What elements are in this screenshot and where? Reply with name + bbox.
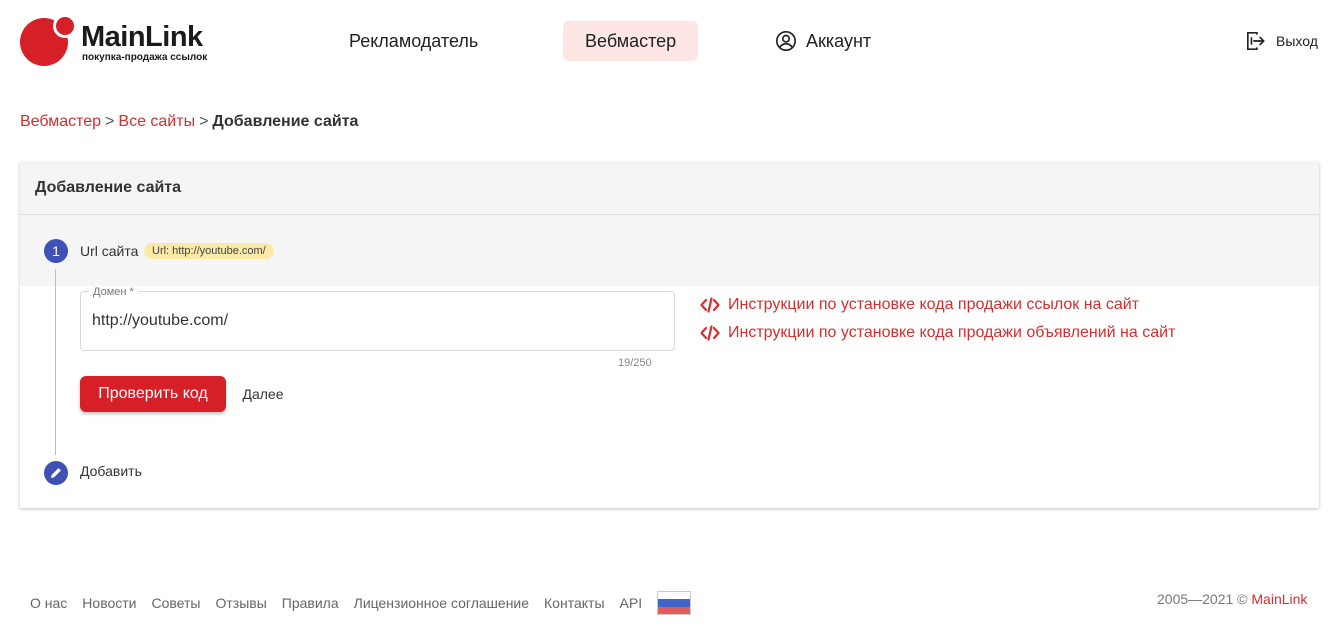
card-header: Добавление сайта xyxy=(20,162,1319,215)
card-title: Добавление сайта xyxy=(35,179,182,196)
nav-advertiser[interactable]: Рекламодатель xyxy=(327,21,500,61)
nav-webmaster[interactable]: Вебмастер xyxy=(563,21,699,61)
add-site-card: Добавление сайта 1 Url сайта Url: http:/… xyxy=(20,162,1319,508)
logo-tagline: покупка-продажа ссылок xyxy=(82,52,208,63)
breadcrumb-separator: > xyxy=(199,113,209,130)
footer-link-tips[interactable]: Советы xyxy=(152,595,201,611)
domain-field-label: Домен * xyxy=(89,286,138,298)
footer-link-contacts[interactable]: Контакты xyxy=(544,595,604,611)
step1-number: 1 xyxy=(44,239,68,263)
flag-stripe-white xyxy=(658,592,691,600)
breadcrumb: Вебмастер > Все сайты > Добавление сайта xyxy=(20,112,358,132)
logo-name: MainLink xyxy=(81,21,203,53)
mainlink-logo[interactable]: MainLink покупка-продажа ссылок xyxy=(20,14,220,68)
instructions-links-label: Инструкции по установке кода продажи ссы… xyxy=(728,296,1140,313)
account-circle-icon xyxy=(776,31,796,51)
breadcrumb-all-sites[interactable]: Все сайты xyxy=(118,113,195,130)
footer-link-api[interactable]: API xyxy=(620,595,643,611)
next-button[interactable]: Далее xyxy=(232,376,294,412)
check-code-button[interactable]: Проверить код xyxy=(80,376,226,412)
logout-button[interactable]: Выход xyxy=(1245,30,1318,52)
logout-icon xyxy=(1247,32,1265,50)
domain-char-counter: 19/250 xyxy=(618,357,652,369)
url-chip: Url: http://youtube.com/ xyxy=(144,243,274,259)
copyright-years: 2005—2021 © xyxy=(1157,591,1248,607)
code-icon xyxy=(700,325,720,341)
stepper-connector xyxy=(55,269,56,455)
code-icon xyxy=(700,297,720,313)
instructions-ads-label: Инструкции по установке кода продажи объ… xyxy=(728,324,1176,341)
breadcrumb-current: Добавление сайта xyxy=(212,113,359,130)
step2-label[interactable]: Добавить xyxy=(80,462,142,480)
flag-stripe-red xyxy=(658,606,691,614)
logo-dot-icon xyxy=(53,14,77,38)
footer-link-news[interactable]: Новости xyxy=(82,595,136,611)
nav-account[interactable]: Аккаунт xyxy=(753,21,893,61)
footer-links: О нас Новости Советы Отзывы Правила Лице… xyxy=(30,591,692,615)
copyright: 2005—2021 © MainLink xyxy=(1157,590,1307,608)
domain-field: Домен * xyxy=(80,286,675,351)
flag-stripe-blue xyxy=(658,599,691,607)
logout-label: Выход xyxy=(1276,33,1318,49)
language-flag-icon[interactable] xyxy=(657,591,692,615)
domain-input[interactable] xyxy=(92,308,662,334)
header: MainLink покупка-продажа ссылок Рекламод… xyxy=(0,0,1339,82)
breadcrumb-separator: > xyxy=(105,113,115,130)
footer-link-about[interactable]: О нас xyxy=(30,595,67,611)
pencil-icon xyxy=(51,468,61,478)
step2-edit xyxy=(44,461,68,485)
step1-label[interactable]: Url сайта xyxy=(80,242,138,260)
footer-link-license[interactable]: Лицензионное соглашение xyxy=(354,595,529,611)
footer-link-reviews[interactable]: Отзывы xyxy=(215,595,266,611)
footer-link-rules[interactable]: Правила xyxy=(282,595,339,611)
nav-account-label: Аккаунт xyxy=(806,31,872,51)
instructions-ads-code[interactable]: Инструкции по установке кода продажи объ… xyxy=(700,323,1175,343)
copyright-brand-link[interactable]: MainLink xyxy=(1251,591,1307,607)
instructions-links-code[interactable]: Инструкции по установке кода продажи ссы… xyxy=(700,295,1139,315)
breadcrumb-webmaster[interactable]: Вебмастер xyxy=(20,113,101,130)
